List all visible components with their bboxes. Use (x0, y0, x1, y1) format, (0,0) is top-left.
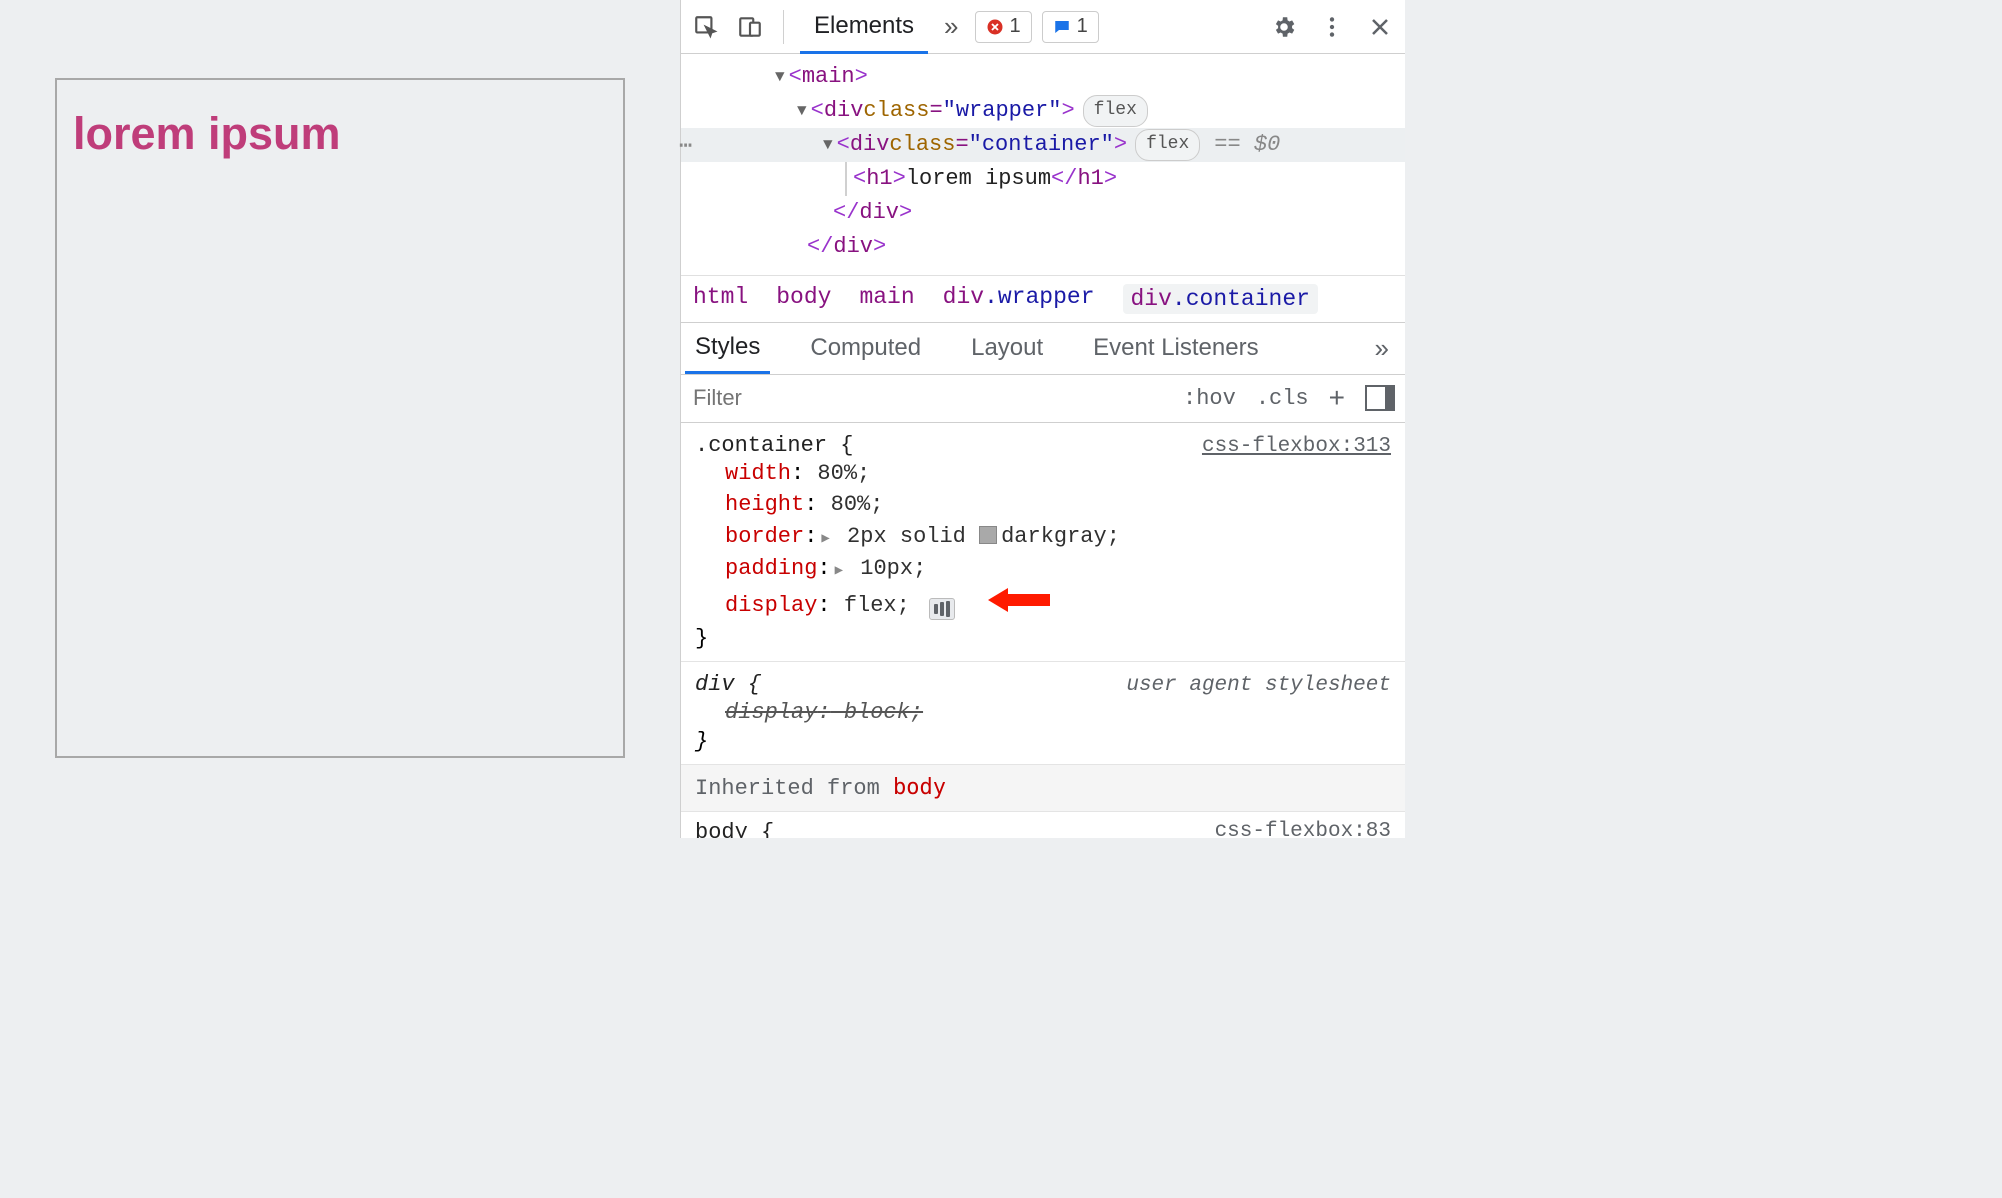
message-count: 1 (1077, 15, 1088, 38)
hov-toggle[interactable]: :hov (1173, 386, 1246, 411)
styles-filter-input[interactable] (681, 385, 1173, 411)
styles-panel: .container { css-flexbox:313 width: 80%;… (681, 423, 1405, 838)
breadcrumb[interactable]: html body main div.wrapper div.container (681, 275, 1405, 323)
subtab-computed[interactable]: Computed (800, 323, 931, 374)
flex-editor-icon[interactable] (929, 598, 955, 620)
crumb-container[interactable]: div.container (1123, 284, 1318, 314)
crumb-body[interactable]: body (776, 284, 831, 314)
rule-div-ua[interactable]: div { user agent stylesheet display: blo… (681, 662, 1405, 765)
flex-badge[interactable]: flex (1083, 95, 1148, 127)
crumb-wrapper[interactable]: div.wrapper (943, 284, 1095, 314)
subtab-styles[interactable]: Styles (685, 323, 770, 374)
error-badge[interactable]: 1 (975, 11, 1032, 43)
styles-filter-row: :hov .cls + (681, 375, 1405, 423)
dom-node-h1[interactable]: <h1>lorem ipsum</h1> (681, 162, 1405, 196)
rule-body[interactable]: body { css-flexbox:83 (681, 812, 1405, 838)
toggle-sidebar-icon[interactable] (1365, 385, 1395, 411)
cls-toggle[interactable]: .cls (1246, 386, 1319, 411)
rule-source-ua: user agent stylesheet (1126, 674, 1391, 697)
red-arrow-annotation (988, 585, 1050, 626)
device-toggle-icon[interactable] (733, 10, 767, 44)
devtools-pane: Elements » 1 1 ▼<main> ▼<div class (680, 0, 1405, 838)
kebab-menu-icon[interactable] (1315, 10, 1349, 44)
subtab-event-listeners[interactable]: Event Listeners (1083, 323, 1268, 374)
error-count: 1 (1010, 15, 1021, 38)
page-preview: lorem ipsum (0, 0, 680, 838)
dom-node-container[interactable]: ▼<div class="container">flex== $0 (681, 128, 1405, 162)
inspect-icon[interactable] (689, 10, 723, 44)
flex-badge[interactable]: flex (1135, 129, 1200, 161)
dom-tree[interactable]: ▼<main> ▼<div class="wrapper">flex ▼<div… (681, 54, 1405, 275)
toolbar-separator (783, 10, 784, 44)
dom-node-wrapper[interactable]: ▼<div class="wrapper">flex (681, 94, 1405, 128)
dom-close-wrapper[interactable]: </div> (681, 230, 1405, 264)
color-swatch[interactable] (979, 526, 997, 544)
more-subtabs-icon[interactable]: » (1363, 333, 1401, 364)
crumb-main[interactable]: main (859, 284, 914, 314)
settings-icon[interactable] (1267, 10, 1301, 44)
rule-source-link[interactable]: css-flexbox:83 (1215, 820, 1391, 838)
dom-close-container[interactable]: </div> (681, 196, 1405, 230)
crumb-html[interactable]: html (693, 284, 748, 314)
tab-elements[interactable]: Elements (800, 1, 928, 54)
container-box: lorem ipsum (55, 78, 625, 758)
selected-marker: == $0 (1214, 128, 1280, 162)
rule-source-link[interactable]: css-flexbox:313 (1202, 435, 1391, 458)
more-tabs-icon[interactable]: » (938, 11, 964, 42)
inherited-from-row: Inherited from body (681, 765, 1405, 812)
subtab-layout[interactable]: Layout (961, 323, 1053, 374)
preview-heading: lorem ipsum (67, 90, 347, 746)
rule-selector[interactable]: .container { (695, 433, 853, 458)
devtools-toolbar: Elements » 1 1 (681, 0, 1405, 54)
rule-container[interactable]: .container { css-flexbox:313 width: 80%;… (681, 423, 1405, 662)
new-rule-icon[interactable]: + (1319, 382, 1355, 414)
dom-node-main[interactable]: ▼<main> (681, 60, 1405, 94)
message-badge[interactable]: 1 (1042, 11, 1099, 43)
rule-close: } (695, 626, 1391, 651)
rule-close: } (695, 729, 1391, 754)
styles-subtabs: Styles Computed Layout Event Listeners » (681, 323, 1405, 375)
rule-selector[interactable]: div { (695, 672, 761, 697)
close-icon[interactable] (1363, 10, 1397, 44)
